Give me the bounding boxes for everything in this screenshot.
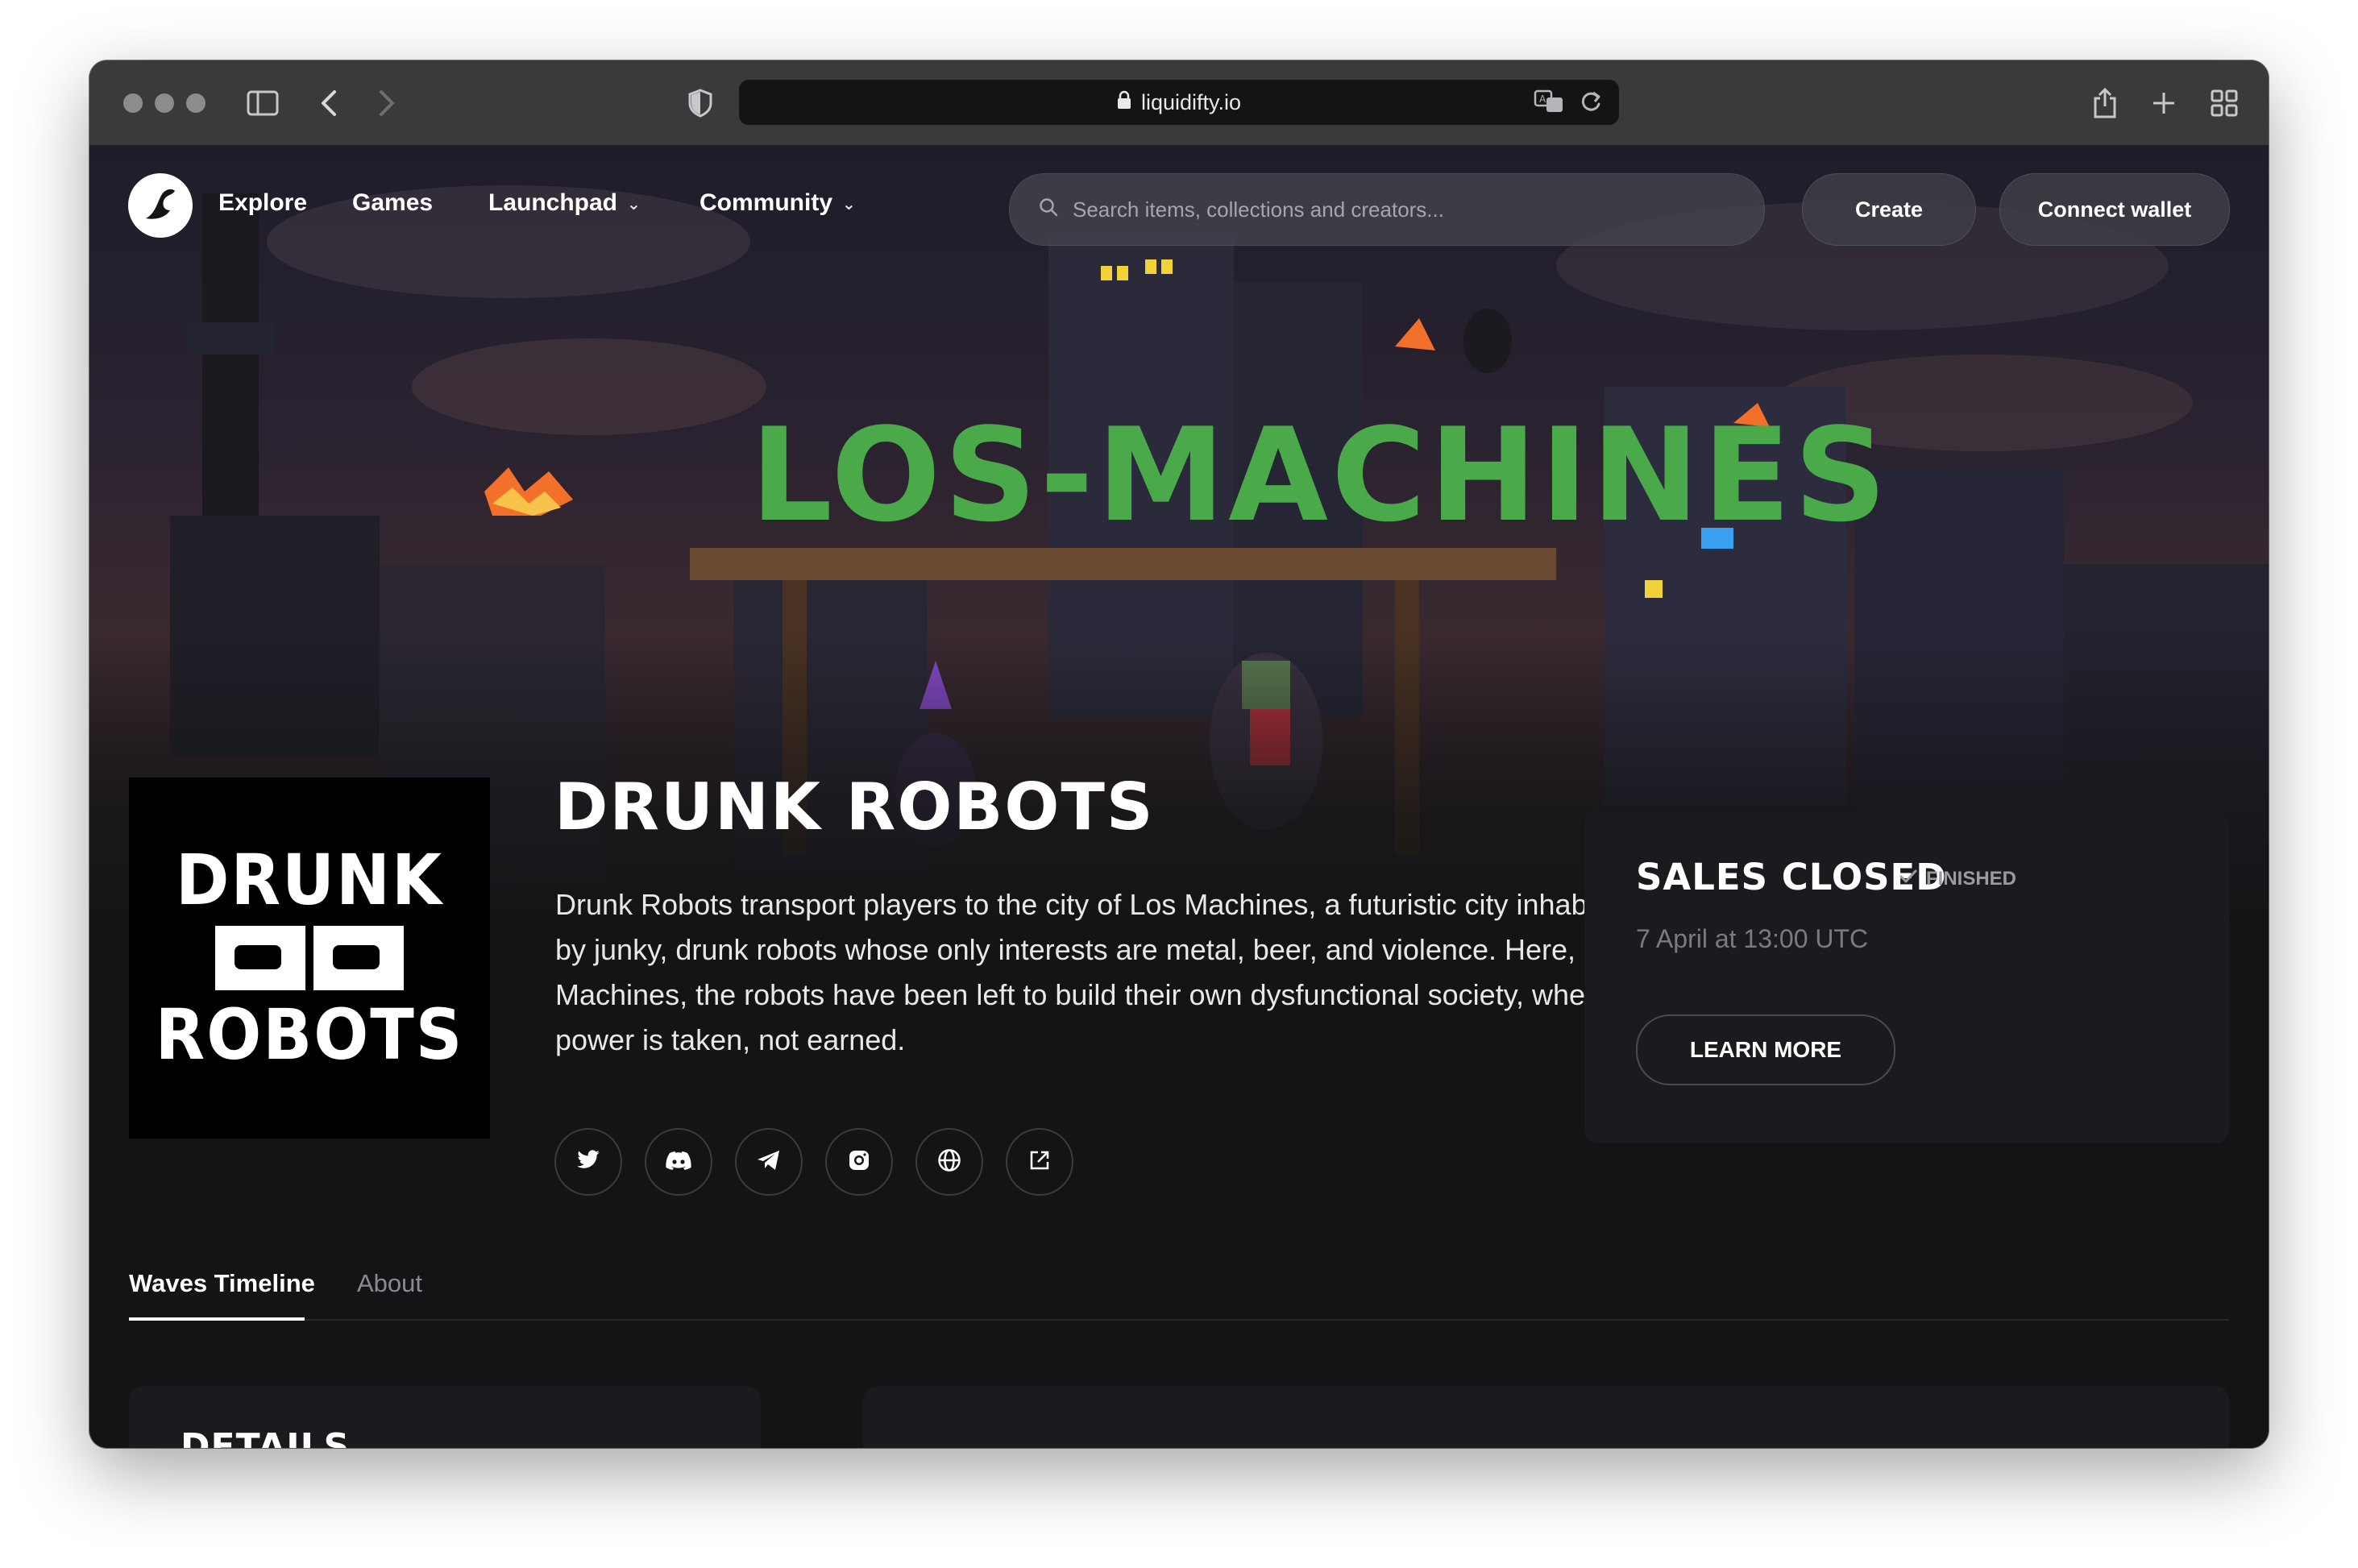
close-window-button[interactable] [123, 93, 143, 113]
lock-icon [1117, 90, 1131, 115]
share-icon[interactable] [2086, 85, 2123, 122]
tab-waves-timeline[interactable]: Waves Timeline [129, 1269, 315, 1298]
collection-logo: DRUNK ROBOTS [129, 778, 490, 1139]
sale-date: 7 April at 13:00 UTC [1636, 924, 1869, 953]
telegram-button[interactable] [735, 1128, 803, 1196]
los-machines-sign: LOS-MACHINES [750, 400, 1890, 550]
nav-launchpad-label: Launchpad [488, 189, 618, 216]
translate-icon[interactable]: A [1534, 88, 1564, 121]
website-button[interactable] [915, 1128, 983, 1196]
address-bar[interactable]: liquidifty.io A [739, 80, 1619, 125]
instagram-button[interactable] [825, 1128, 893, 1196]
maximize-window-button[interactable] [186, 93, 205, 113]
nav-community-dropdown[interactable]: Community ⌄ [700, 189, 856, 217]
status-badge: FINISHED [1899, 868, 2016, 890]
status-label: FINISHED [1926, 868, 2017, 890]
privacy-shield-icon[interactable] [682, 85, 719, 122]
robot-eyes-graphic [215, 926, 404, 990]
search-icon [1039, 197, 1058, 222]
minimize-window-button[interactable] [155, 93, 174, 113]
search-input[interactable]: Search items, collections and creators..… [1009, 173, 1765, 246]
nav-community-label: Community [700, 189, 832, 216]
browser-toolbar: liquidifty.io A [89, 60, 2269, 146]
reload-icon[interactable] [1579, 88, 1603, 121]
active-tab-indicator [129, 1317, 305, 1321]
telegram-icon [757, 1150, 781, 1175]
chevron-down-icon: ⌄ [627, 195, 641, 214]
collection-logo-text-bottom: ROBOTS [155, 994, 464, 1076]
discord-icon [666, 1151, 691, 1174]
browser-window: liquidifty.io A LOS-MACHINES Explore Gam… [89, 60, 2269, 1448]
checkmark-icon [1899, 868, 1918, 890]
details-title: DETAILS [181, 1426, 351, 1448]
sales-status-card: SALES CLOSED FINISHED 7 April at 13:00 U… [1584, 811, 2229, 1143]
new-tab-icon[interactable] [2145, 85, 2182, 122]
globe-icon [937, 1148, 961, 1176]
connect-wallet-button[interactable]: Connect wallet [1999, 173, 2230, 246]
collection-title: DRUNK ROBOTS [554, 769, 1155, 844]
url-text: liquidifty.io [1140, 89, 1242, 114]
liquidifty-logo[interactable] [128, 173, 193, 238]
search-placeholder: Search items, collections and creators..… [1073, 197, 1444, 222]
forward-icon[interactable] [368, 85, 405, 122]
external-link-icon [1028, 1149, 1051, 1176]
create-button[interactable]: Create [1802, 173, 1976, 246]
back-icon[interactable] [310, 85, 347, 122]
collection-logo-text-top: DRUNK [176, 840, 443, 921]
nav-games-link[interactable]: Games [352, 189, 433, 217]
tab-overview-icon[interactable] [2206, 85, 2243, 122]
chevron-down-icon: ⌄ [842, 195, 856, 214]
collection-description: Drunk Robots transport players to the ci… [555, 888, 1662, 1056]
instagram-icon [848, 1149, 870, 1176]
learn-more-button[interactable]: LEARN MORE [1636, 1014, 1895, 1085]
twitter-button[interactable] [554, 1128, 622, 1196]
nav-launchpad-dropdown[interactable]: Launchpad ⌄ [488, 189, 641, 217]
discord-button[interactable] [645, 1128, 712, 1196]
timeline-card [863, 1386, 2229, 1448]
external-link-button[interactable] [1006, 1128, 1073, 1196]
svg-text:A: A [1539, 93, 1546, 105]
nav-explore-link[interactable]: Explore [218, 189, 307, 217]
details-card: DETAILS [129, 1386, 761, 1448]
sidebar-toggle-icon[interactable] [244, 85, 281, 122]
twitter-icon [576, 1149, 600, 1175]
tab-about[interactable]: About [357, 1269, 422, 1298]
tab-divider [129, 1319, 2229, 1321]
